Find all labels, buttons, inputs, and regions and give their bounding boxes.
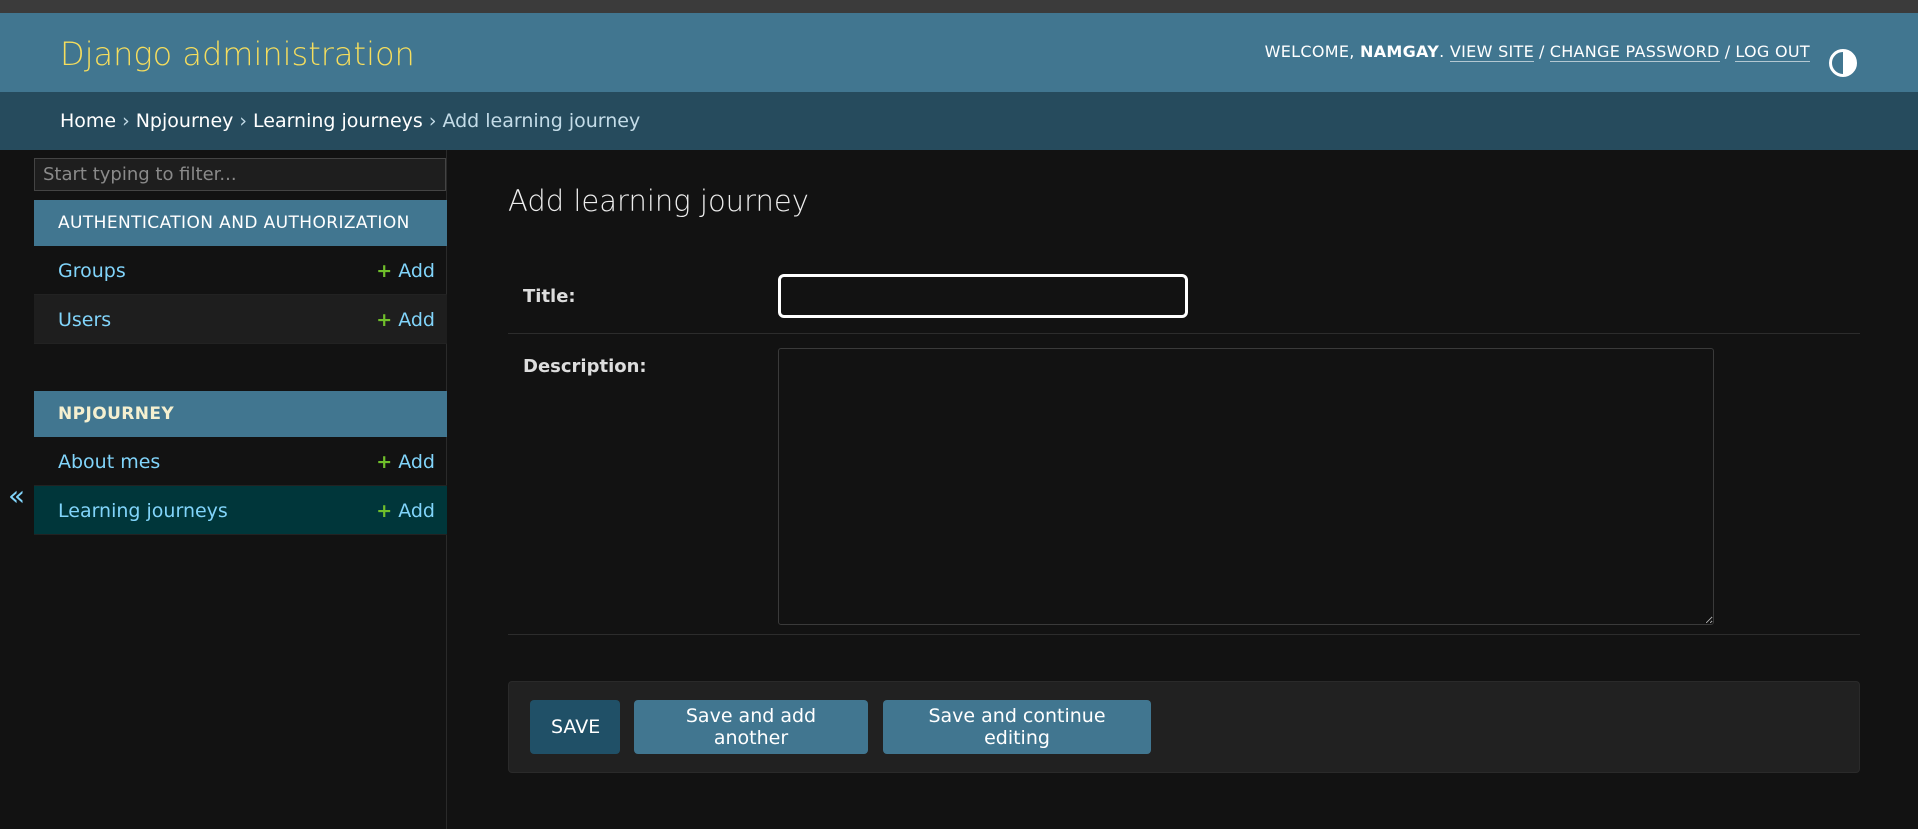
breadcrumb-separator: ›	[122, 110, 130, 132]
welcome-text: WELCOME,	[1264, 42, 1355, 61]
add-label: Add	[398, 500, 435, 522]
breadcrumb-learning-journeys[interactable]: Learning journeys	[253, 110, 423, 132]
title-label: Title:	[523, 286, 576, 307]
title-field[interactable]	[778, 274, 1188, 318]
sidebar-item-users: Users + Add	[34, 295, 447, 344]
form-row-title: Title:	[508, 260, 1860, 334]
nav-sidebar: AUTHENTICATION AND AUTHORIZATION Groups …	[34, 150, 447, 829]
app-caption-auth[interactable]: AUTHENTICATION AND AUTHORIZATION	[34, 200, 447, 246]
form-row-description: Description:	[508, 334, 1860, 635]
nav-filter-input[interactable]	[34, 158, 446, 191]
add-icon: +	[376, 451, 393, 473]
sidebar-item-about-mes: About mes + Add	[34, 437, 447, 486]
user-tools-separator: /	[1539, 42, 1545, 61]
add-label: Add	[398, 260, 435, 282]
submit-row: SAVE Save and add another Save and conti…	[508, 681, 1860, 773]
save-and-add-another-button[interactable]: Save and add another	[634, 700, 868, 754]
sidebar-item-about-mes-link[interactable]: About mes	[58, 451, 160, 473]
welcome-suffix: .	[1439, 42, 1445, 61]
breadcrumb-npjourney[interactable]: Npjourney	[136, 110, 234, 132]
log-out-link[interactable]: LOG OUT	[1735, 42, 1810, 62]
user-tools: WELCOME, NAMGAY. VIEW SITE / CHANGE PASSWO…	[1264, 42, 1810, 62]
add-icon: +	[376, 309, 393, 331]
add-about-mes-link[interactable]: + Add	[376, 451, 435, 473]
browser-top-strip	[0, 0, 1918, 13]
site-title[interactable]: Django administration	[60, 35, 415, 73]
sidebar-collapse-icon[interactable]: «	[8, 479, 25, 512]
save-button[interactable]: SAVE	[530, 700, 620, 754]
page-title: Add learning journey	[508, 184, 809, 218]
add-icon: +	[376, 500, 393, 522]
breadcrumb-current: Add learning journey	[442, 110, 641, 132]
description-label: Description:	[523, 356, 647, 377]
header: Django administration WELCOME, NAMGAY. V…	[0, 13, 1918, 92]
view-site-link[interactable]: VIEW SITE	[1449, 42, 1535, 62]
username: NAMGAY	[1360, 42, 1440, 61]
sidebar-item-learning-journeys-link[interactable]: Learning journeys	[58, 500, 228, 522]
theme-toggle-icon[interactable]	[1829, 49, 1857, 77]
breadcrumb: Home › Npjourney › Learning journeys › Add lea…	[0, 92, 1918, 150]
add-groups-link[interactable]: + Add	[376, 260, 435, 282]
sidebar-item-users-link[interactable]: Users	[58, 309, 111, 331]
user-tools-separator: /	[1724, 42, 1731, 61]
add-icon: +	[376, 260, 393, 282]
breadcrumb-separator: ›	[428, 110, 437, 132]
save-and-continue-button[interactable]: Save and continue editing	[883, 700, 1151, 754]
add-label: Add	[398, 451, 435, 473]
sidebar-item-groups-link[interactable]: Groups	[58, 260, 126, 282]
breadcrumb-home[interactable]: Home	[60, 110, 116, 132]
change-password-link[interactable]: CHANGE PASSWORD	[1549, 42, 1720, 62]
sidebar-item-groups: Groups + Add	[34, 246, 447, 295]
sidebar-item-learning-journeys: Learning journeys + Add	[34, 486, 447, 535]
add-users-link[interactable]: + Add	[376, 309, 435, 331]
description-field[interactable]	[778, 348, 1714, 625]
add-label: Add	[398, 309, 435, 331]
breadcrumb-separator: ›	[239, 110, 247, 132]
add-learning-journeys-link[interactable]: + Add	[376, 500, 435, 522]
app-caption-npjourney[interactable]: NPJOURNEY	[34, 391, 447, 437]
